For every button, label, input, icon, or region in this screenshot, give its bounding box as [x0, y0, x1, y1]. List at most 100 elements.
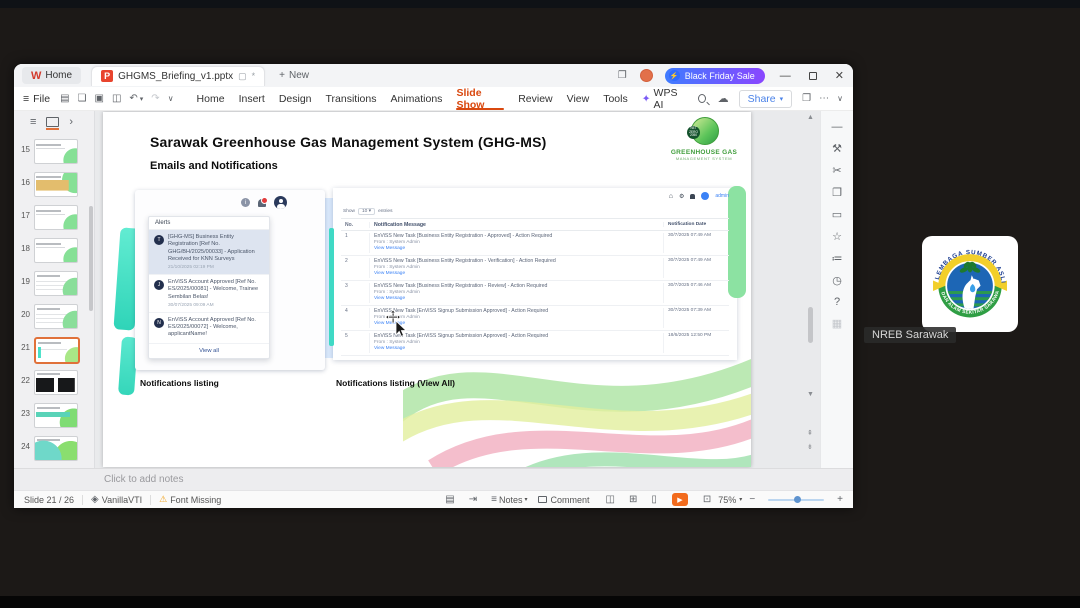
more-menu-icon[interactable]: ⋯ [819, 93, 829, 104]
undo-caret-icon[interactable]: ▾ [140, 95, 144, 103]
view-message-link[interactable]: View Message [374, 296, 663, 302]
bell-icon[interactable] [258, 196, 268, 207]
slide-thumbnail-22[interactable] [34, 370, 78, 395]
zoom-level[interactable]: 75% [718, 495, 736, 505]
history-icon[interactable]: ◷ [832, 274, 842, 287]
tab-home[interactable]: Home [190, 87, 232, 111]
portal-user-avatar[interactable] [701, 192, 710, 200]
maximize-button[interactable] [808, 71, 817, 80]
tab-view[interactable]: View [560, 87, 597, 111]
black-friday-sale-button[interactable]: ⚡ Black Friday Sale [664, 67, 765, 84]
previous-slide-icon[interactable]: ⇞ [807, 429, 813, 437]
window-stack-icon[interactable]: ❐ [618, 70, 627, 81]
zoom-out-button[interactable]: − [749, 494, 755, 505]
apps-grid-icon[interactable]: ▦ [832, 317, 842, 330]
goto-icon[interactable]: ⇥ [469, 494, 477, 505]
canvas-scrollbar[interactable]: ▲ ▼ ⇞ ⇟ [805, 111, 817, 468]
slide-thumbnail-17[interactable] [34, 205, 78, 230]
notes-bar[interactable]: Click to add notes [14, 468, 853, 490]
zoom-slider[interactable] [768, 496, 825, 503]
account-avatar[interactable] [639, 69, 653, 82]
slide-thumbnail-15[interactable] [34, 139, 78, 164]
task-pane-icon[interactable]: ❐ [802, 93, 811, 104]
collapse-ribbon-icon[interactable]: ∨ [837, 94, 843, 103]
favorites-icon[interactable]: ☆ [832, 230, 842, 243]
slide-canvas[interactable]: Sarawak Greenhouse Gas Management System… [103, 112, 751, 467]
cloud-sync-icon[interactable]: ☁ [718, 92, 729, 105]
slide-thumbnail-19[interactable] [34, 271, 78, 296]
fit-slide-icon[interactable]: ⊡ [703, 494, 711, 505]
tools-icon[interactable]: ⚒ [832, 142, 842, 155]
tab-transitions[interactable]: Transitions [319, 87, 384, 111]
tab-slide-show[interactable]: Slide Show [449, 87, 511, 111]
tab-tools[interactable]: Tools [596, 87, 635, 111]
undo-icon[interactable]: ↶ [129, 93, 137, 104]
print-icon[interactable]: ▣ [94, 93, 103, 104]
font-missing-label[interactable]: Font Missing [170, 495, 221, 505]
view-message-link[interactable]: View Message [374, 246, 663, 252]
alert-item[interactable]: J EnViSS Account Approved [Ref No. ES/20… [149, 275, 269, 313]
info-icon[interactable]: i [241, 198, 250, 207]
share-button[interactable]: Share ▾ [738, 89, 793, 108]
shapes-icon[interactable]: ❐ [832, 186, 842, 199]
slide-thumbnail-20[interactable] [34, 304, 78, 329]
view-message-link[interactable]: View Message [374, 321, 663, 327]
slide-thumbnail-21-selected[interactable] [34, 337, 80, 364]
zoom-in-button[interactable]: + [837, 494, 843, 505]
scrollbar-thumb[interactable] [808, 307, 813, 343]
zoom-caret-icon[interactable]: ▾ [739, 496, 742, 503]
slide-sorter-icon[interactable]: ⊞ [629, 494, 637, 505]
portal-username[interactable]: admin [715, 193, 729, 199]
tab-animations[interactable]: Animations [383, 87, 449, 111]
bell-icon[interactable] [690, 193, 696, 199]
file-menu-button[interactable]: ≡ File [23, 93, 50, 105]
outline-view-icon[interactable]: ≡ [30, 116, 36, 128]
print-preview-icon[interactable]: ◫ [112, 93, 121, 104]
view-all-link[interactable]: View all [149, 344, 269, 358]
slide-thumbnail-23[interactable] [34, 403, 78, 428]
help-icon[interactable]: ? [834, 296, 840, 308]
slide-thumbnail-18[interactable] [34, 238, 78, 263]
slide-view-icon[interactable] [46, 117, 60, 130]
home-tab[interactable]: W Home [22, 67, 82, 84]
scroll-down-icon[interactable]: ▼ [807, 391, 814, 398]
slide-thumbnail-16[interactable] [34, 172, 78, 197]
save-icon[interactable]: ▤ [60, 93, 69, 104]
user-avatar-icon[interactable] [274, 196, 287, 209]
task-window-icon[interactable]: ▤ [445, 494, 454, 505]
participant-video-tile[interactable]: LEMBAGA SUMBER ASLI DAN ALAM SEKITAR SAR… [922, 236, 1018, 332]
notes-toggle[interactable]: Notes [499, 495, 523, 505]
tab-design[interactable]: Design [272, 87, 319, 111]
next-slide-icon[interactable]: ⇟ [807, 443, 813, 451]
gear-icon[interactable]: ⚙ [679, 193, 684, 200]
page-size-select[interactable]: 10 ▾ [358, 208, 376, 215]
theme-name[interactable]: VanillaVTI [102, 495, 142, 505]
export-icon[interactable]: ❏ [78, 93, 87, 104]
cut-style-icon[interactable]: ✂ [832, 164, 841, 177]
collapse-panel-icon[interactable]: › [69, 116, 73, 128]
view-message-link[interactable]: View Message [374, 271, 663, 277]
quickbar-more-icon[interactable]: ∨ [168, 94, 174, 103]
close-button[interactable]: ✕ [835, 69, 844, 82]
slideshow-play-button[interactable]: ▶ [671, 493, 688, 506]
zoom-slider-handle[interactable] [794, 496, 802, 503]
document-tab[interactable]: P GHGMS_Briefing_v1.pptx ▢ * [91, 65, 266, 86]
normal-view-icon[interactable]: ◫ [606, 494, 615, 505]
new-tab-button[interactable]: + New [279, 70, 309, 81]
slide-thumbnail-24[interactable] [34, 436, 78, 461]
tab-insert[interactable]: Insert [232, 87, 272, 111]
tab-window-icon[interactable]: ▢ [238, 71, 247, 82]
search-icon[interactable] [697, 94, 706, 103]
thumbnail-scrollbar[interactable] [89, 206, 93, 311]
tab-review[interactable]: Review [511, 87, 559, 111]
comment-button[interactable]: Comment [551, 495, 590, 505]
scroll-up-icon[interactable]: ▲ [807, 114, 814, 121]
alert-item[interactable]: N EnViSS Account Approved [Ref No. ES/20… [149, 313, 269, 344]
comment-pane-icon[interactable]: ▭ [832, 208, 842, 221]
notes-caret-icon[interactable]: ▾ [525, 496, 528, 503]
settings-sliders-icon[interactable]: ≔ [832, 252, 843, 265]
reading-view-icon[interactable]: ▯ [651, 494, 657, 505]
minimize-button[interactable]: — [780, 70, 791, 82]
home-icon[interactable]: ⌂ [669, 193, 673, 200]
alert-item[interactable]: T [GHG-MS] Business Entity Registration … [149, 230, 269, 276]
